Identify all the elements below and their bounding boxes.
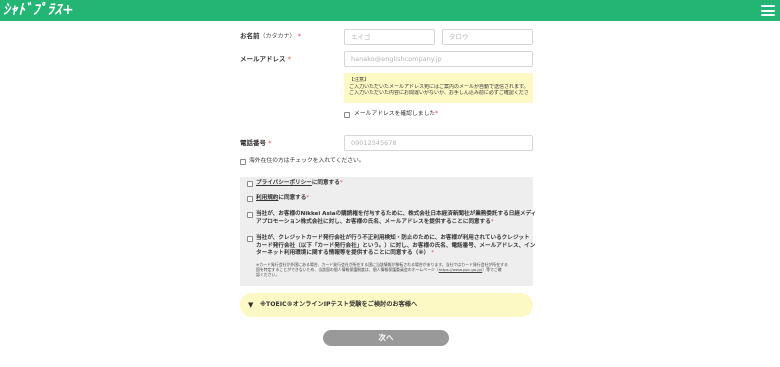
required-mark: * <box>297 32 302 40</box>
card-note: ※カード発行会社が外国にある場合、カード発行会社が所在する国に当該情報が移転され… <box>256 262 508 277</box>
overseas-label: 海外在住の方はチェックを入れてください。 <box>249 158 365 164</box>
hamburger-icon[interactable] <box>761 5 775 16</box>
last-name-kana-input[interactable] <box>344 29 435 45</box>
required-mark: * <box>268 139 272 147</box>
next-button[interactable]: 次へ <box>323 330 449 346</box>
terms-link[interactable]: 利用規約 <box>256 195 278 201</box>
email-confirm-checkbox[interactable] <box>344 112 350 118</box>
email-input[interactable] <box>344 51 533 67</box>
toeic-accordion[interactable]: ▼ ※TOEIC®オンラインIPテスト受験をご検討のお客様へ <box>240 293 533 317</box>
ppc-link[interactable]: https://www.ppc.go.jp/ <box>439 267 483 272</box>
privacy-checkbox[interactable] <box>247 181 253 187</box>
privacy-agreement: プライバシーポリシーに同意する* <box>256 180 343 186</box>
terms-checkbox[interactable] <box>247 196 253 202</box>
site-header: ｼｬﾄﾞﾌﾟﾗｽ+ <box>0 0 780 21</box>
email-notice: 【注意】 ご入力いただいたメールアドレス宛にはご案内のメールが自動で送信されます… <box>344 73 533 103</box>
required-mark: * <box>287 55 292 63</box>
nikkei-checkbox[interactable] <box>247 212 253 218</box>
email-label: メールアドレス * <box>240 55 292 63</box>
agreements-panel: プライバシーポリシーに同意する* 利用規約に同意する* 当社が、お客様のNikk… <box>240 177 537 286</box>
terms-agreement: 利用規約に同意する* <box>256 195 310 201</box>
privacy-policy-link[interactable]: プライバシーポリシー <box>256 180 312 186</box>
card-agreement: 当社が、クレジットカード発行会社が行う不正利用検知・防止のために、お客様が利用さ… <box>256 235 536 256</box>
email-confirm-label: メールアドレスを確認しました* <box>354 111 439 117</box>
toeic-label: ※TOEIC®オンラインIPテスト受験をご検討のお客様へ <box>260 301 418 308</box>
name-label: お名前（カタカナ） * <box>240 32 302 40</box>
overseas-checkbox[interactable] <box>240 159 246 165</box>
phone-input[interactable] <box>344 135 533 151</box>
phone-label: 電話番号 * <box>240 139 272 147</box>
notice-line: ご入力いただいた内容にお間違いがないか、お手しん込み前に必ずご確認ください。 <box>349 90 528 96</box>
nikkei-agreement: 当社が、お客様のNikkei Asiaの購読権を付与するために、株式会社日本経済… <box>256 211 537 225</box>
triangle-down-icon: ▼ <box>248 301 254 309</box>
site-logo[interactable]: ｼｬﾄﾞﾌﾟﾗｽ+ <box>3 1 74 19</box>
first-name-kana-input[interactable] <box>442 29 533 45</box>
card-checkbox[interactable] <box>247 236 253 242</box>
